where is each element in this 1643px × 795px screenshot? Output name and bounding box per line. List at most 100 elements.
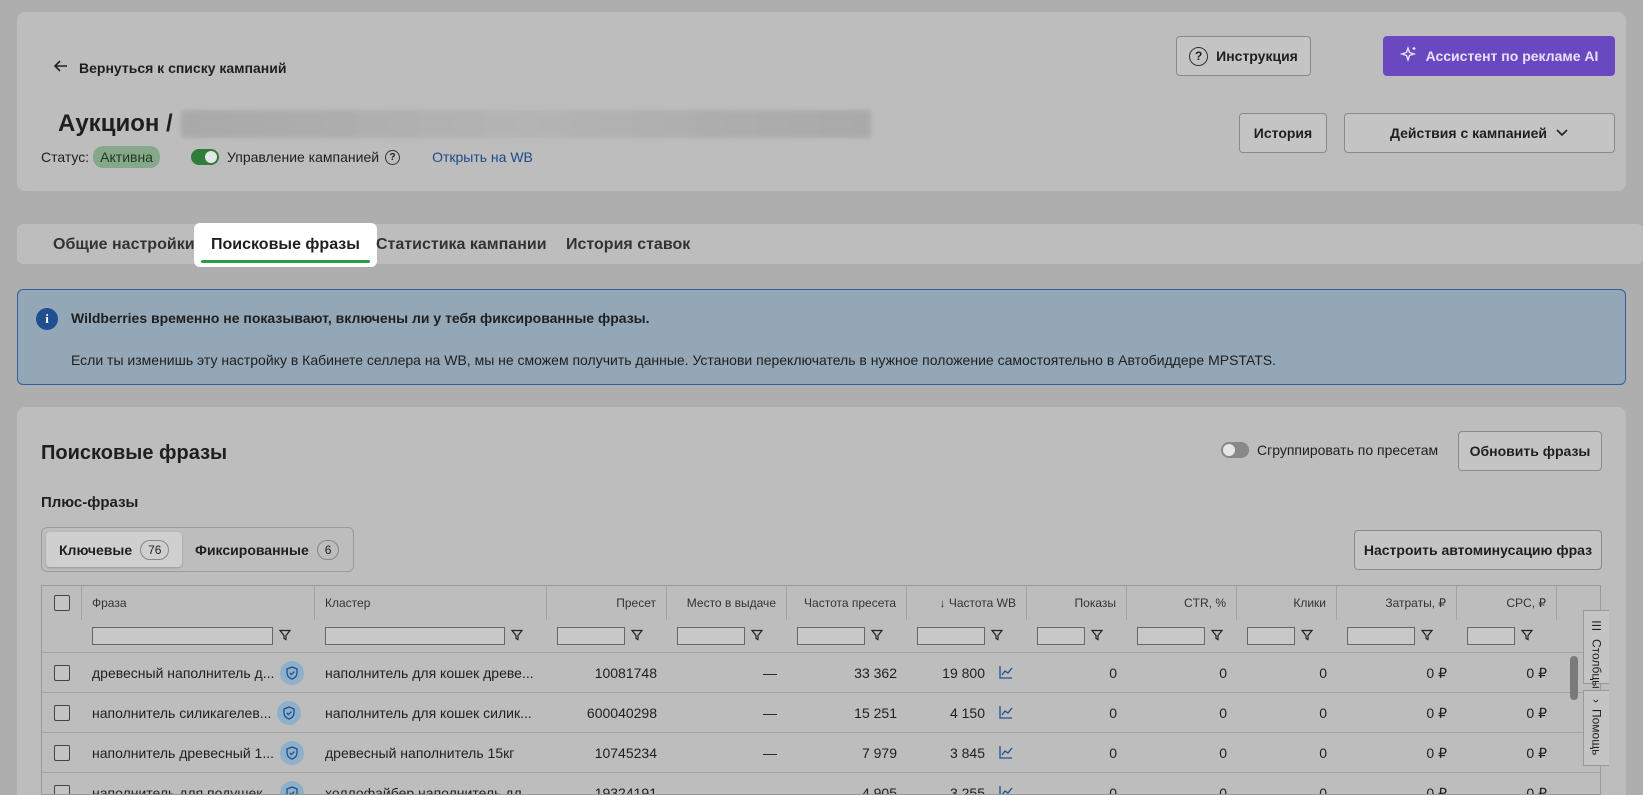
shield-icon[interactable] <box>280 741 304 765</box>
col-cpc[interactable]: CPC, ₽ <box>1457 586 1557 620</box>
tab-bid-history[interactable]: История ставок <box>566 236 690 254</box>
row-checkbox[interactable] <box>54 785 70 794</box>
col-preset-frequency[interactable]: Частота пресета <box>787 586 907 620</box>
clicks-cell: 0 <box>1319 665 1327 681</box>
segment-fixed-label: Фиксированные <box>195 541 309 558</box>
position-cell: — <box>763 785 777 795</box>
funnel-icon[interactable] <box>1210 628 1224 644</box>
filter-preset <box>547 620 667 652</box>
refresh-phrases-label: Обновить фразы <box>1469 443 1591 459</box>
shield-icon[interactable] <box>280 781 305 794</box>
history-button[interactable]: История <box>1239 113 1327 153</box>
filter-position-input[interactable] <box>677 627 745 645</box>
plus-phrases-heading: Плюс-фразы <box>41 494 139 511</box>
phrase-cell: наполнитель для подушек... <box>82 773 315 794</box>
col-preset[interactable]: Пресет <box>547 586 667 620</box>
help-side-label: Помощь <box>1589 709 1604 756</box>
preset-frequency-cell: 15 251 <box>854 705 897 721</box>
table-scrollbar[interactable] <box>1570 656 1578 700</box>
funnel-icon[interactable] <box>990 628 1004 644</box>
shield-icon[interactable] <box>277 701 302 725</box>
group-by-presets[interactable]: Сгруппировать по пресетам <box>1221 442 1438 458</box>
chart-icon[interactable] <box>999 745 1013 762</box>
funnel-icon[interactable] <box>278 628 292 644</box>
funnel-icon[interactable] <box>1090 628 1104 644</box>
help-icon[interactable]: ? <box>385 149 401 165</box>
table-row[interactable]: наполнитель древесный 1... древесный нап… <box>42 732 1600 772</box>
filter-clicks-input[interactable] <box>1247 627 1295 645</box>
tab-campaign-statistics[interactable]: Статистика кампании <box>376 236 547 254</box>
col-shows[interactable]: Показы <box>1027 586 1127 620</box>
filter-wb-frequency-input[interactable] <box>917 627 985 645</box>
funnel-icon[interactable] <box>1520 628 1534 644</box>
clicks-cell: 0 <box>1319 745 1327 761</box>
columns-side-tab[interactable]: ☰ Столбцы <box>1583 610 1609 689</box>
cpc-cell: 0 ₽ <box>1526 784 1547 795</box>
chart-icon[interactable] <box>999 785 1013 794</box>
cluster-cell: холлофайбер наполнитель дл... <box>325 785 534 795</box>
filter-preset-input[interactable] <box>557 627 625 645</box>
table-row[interactable]: наполнитель силикагелев... наполнитель д… <box>42 692 1600 733</box>
col-ctr[interactable]: CTR, % <box>1127 586 1237 620</box>
columns-side-label: Столбцы <box>1589 639 1604 689</box>
autominus-settings-button[interactable]: Настроить автоминусацию фраз <box>1354 530 1602 570</box>
funnel-icon[interactable] <box>870 628 884 644</box>
col-position[interactable]: Место в выдаче <box>667 586 787 620</box>
ai-assistant-button[interactable]: Ассистент по рекламе AI <box>1383 36 1615 76</box>
col-phrase[interactable]: Фраза <box>82 586 315 620</box>
funnel-icon[interactable] <box>630 628 644 644</box>
filter-preset-frequency-input[interactable] <box>797 627 865 645</box>
col-clicks[interactable]: Клики <box>1237 586 1337 620</box>
status-badge: Активна <box>93 146 160 168</box>
segment-fixed-phrases[interactable]: Фиксированные 6 <box>182 532 352 567</box>
filter-cluster-input[interactable] <box>325 627 505 645</box>
info-icon: i <box>36 308 58 330</box>
wb-frequency-cell: 19 800 <box>907 653 1027 693</box>
info-notice: i Wildberries временно не показывают, вк… <box>17 289 1626 385</box>
funnel-icon[interactable] <box>750 628 764 644</box>
tab-general-settings[interactable]: Общие настройки <box>53 236 195 254</box>
table-row[interactable]: древесный наполнитель д... наполнитель д… <box>42 652 1600 693</box>
help-side-tab[interactable]: › Помощь <box>1583 690 1609 766</box>
cpc-cell: 0 ₽ <box>1526 664 1547 681</box>
open-on-wb-link[interactable]: Открыть на WB <box>432 149 533 165</box>
segment-key-phrases[interactable]: Ключевые 76 <box>46 532 183 567</box>
select-all-checkbox[interactable] <box>53 595 70 611</box>
chart-icon[interactable] <box>999 705 1013 722</box>
table-row[interactable]: наполнитель для подушек... холлофайбер н… <box>42 772 1600 795</box>
refresh-phrases-button[interactable]: Обновить фразы <box>1458 431 1602 471</box>
cost-cell: 0 ₽ <box>1426 664 1447 681</box>
filter-preset-frequency <box>787 620 907 652</box>
shield-icon[interactable] <box>280 661 305 685</box>
cluster-cell: наполнитель для кошек силик... <box>325 705 532 721</box>
funnel-icon[interactable] <box>1300 628 1314 644</box>
tab-search-phrases[interactable]: Поисковые фразы <box>194 223 377 267</box>
back-to-campaigns-link[interactable]: Вернуться к списку кампаний <box>53 58 286 77</box>
row-checkbox[interactable] <box>54 665 70 681</box>
wb-frequency-value: 3 845 <box>949 745 985 761</box>
col-cluster[interactable]: Кластер <box>315 586 547 620</box>
filter-cost-input[interactable] <box>1347 627 1415 645</box>
campaign-control-toggle[interactable] <box>190 149 219 165</box>
col-wb-frequency[interactable]: ↓ Частота WB <box>907 586 1027 620</box>
filter-phrase-input[interactable] <box>92 627 273 645</box>
filter-shows-input[interactable] <box>1037 627 1085 645</box>
instruction-button[interactable]: ? Инструкция <box>1176 36 1311 76</box>
group-by-presets-toggle[interactable] <box>1221 442 1249 458</box>
cost-cell: 0 ₽ <box>1426 784 1447 795</box>
row-checkbox[interactable] <box>54 745 70 761</box>
funnel-icon[interactable] <box>1420 628 1434 644</box>
phrase-cell: древесный наполнитель д... <box>82 653 315 693</box>
col-cost[interactable]: Затраты, ₽ <box>1337 586 1457 620</box>
chart-icon[interactable] <box>999 665 1013 682</box>
filter-cpc-input[interactable] <box>1467 627 1515 645</box>
campaign-actions-dropdown[interactable]: Действия с кампанией <box>1344 113 1615 153</box>
filter-ctr-input[interactable] <box>1137 627 1205 645</box>
campaign-header-card: Вернуться к списку кампаний Аукцион / Ст… <box>17 12 1626 191</box>
notice-text: Если ты изменишь эту настройку в Кабинет… <box>71 352 1277 368</box>
row-select-cell <box>42 693 82 733</box>
tab-bar: Общие настройки Поисковые фразы Статисти… <box>17 223 1643 267</box>
row-checkbox[interactable] <box>54 705 70 721</box>
funnel-icon[interactable] <box>510 628 524 644</box>
filter-wb-frequency <box>907 620 1027 652</box>
